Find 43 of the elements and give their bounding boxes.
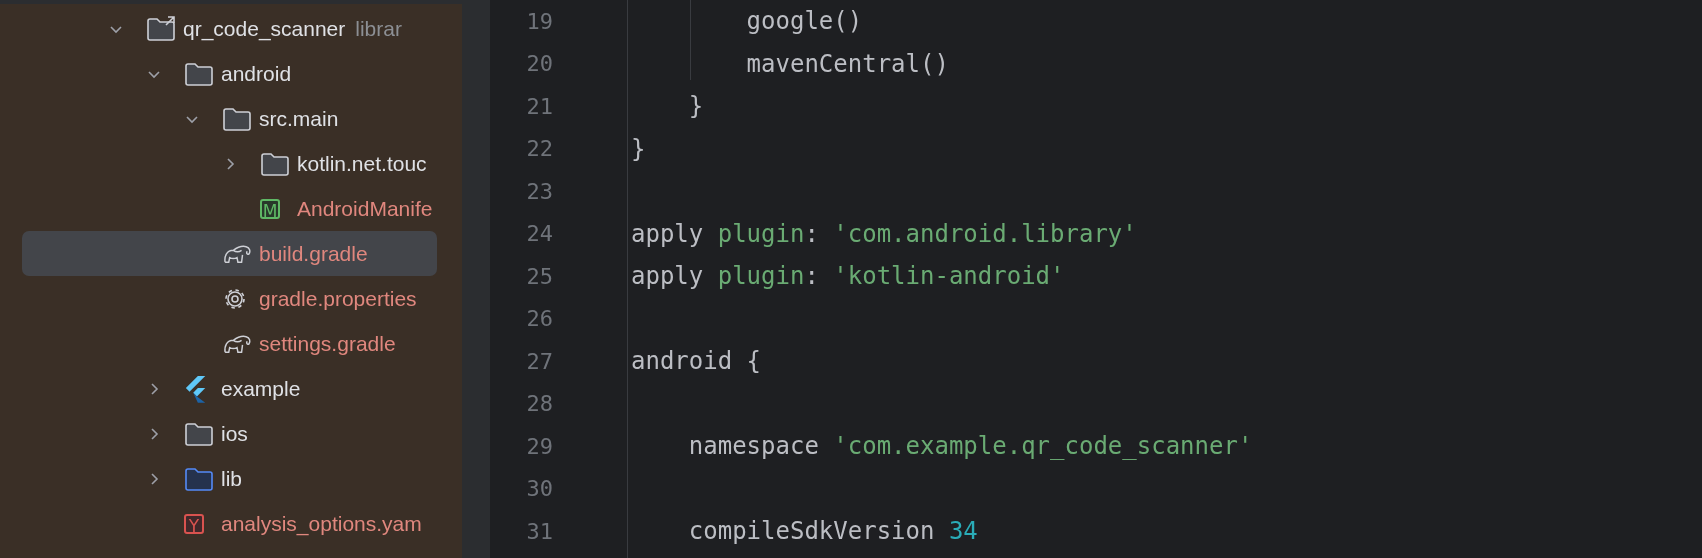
tree-item[interactable]: qr_code_scanner librar [22,6,437,51]
line-number: 20 [525,51,553,77]
flutter-icon [184,374,208,403]
tree-item[interactable]: M AndroidManife [22,186,437,231]
code-line: } [631,134,646,163]
code-line: google() [745,7,863,36]
tree-item[interactable]: kotlin.net.touc [22,141,437,186]
folder-icon [260,150,290,177]
letter-square-icon: Y [184,513,204,534]
folder-icon [184,465,214,492]
code-line: mavenCentral() [745,49,949,78]
tree-item[interactable]: Y analysis_options.yam [22,501,437,546]
line-number: 24 [525,221,553,247]
code-line: apply plugin: 'kotlin-android' [631,262,1065,291]
code-line: } [687,92,704,121]
tree-item[interactable]: src.main [22,96,437,141]
folder-icon [222,105,252,132]
line-number: 26 [525,306,553,332]
line-number: 27 [525,348,553,374]
line-number: 31 [525,518,553,544]
tree-item[interactable]: android [22,51,437,96]
line-number: 28 [525,391,553,417]
line-number: 19 [525,8,553,34]
code-line: apply plugin: 'com.android.library' [631,219,1137,248]
tree-item[interactable]: gradle.properties [22,276,437,321]
code-line: namespace 'com.example.qr_code_scanner' [687,432,1253,461]
line-number: 23 [525,178,553,204]
tree-item[interactable]: ios [22,411,437,456]
folder-icon [184,60,214,87]
line-number: 21 [525,93,553,119]
line-number: 25 [525,263,553,289]
folder-icon [184,420,214,447]
tree-item[interactable]: lib [22,456,437,501]
line-number: 29 [525,433,553,459]
letter-square-icon: M [260,198,280,219]
folder-arrow-icon [146,15,176,42]
tree-item[interactable]: build.gradle [22,231,437,276]
tree-item[interactable]: example [22,366,437,411]
tree-item[interactable]: settings.gradle [22,321,437,366]
line-number: 22 [525,136,553,162]
code-line: compileSdkVersion 34 [687,517,978,546]
code-line: android { [631,347,762,376]
line-number: 30 [525,476,553,502]
